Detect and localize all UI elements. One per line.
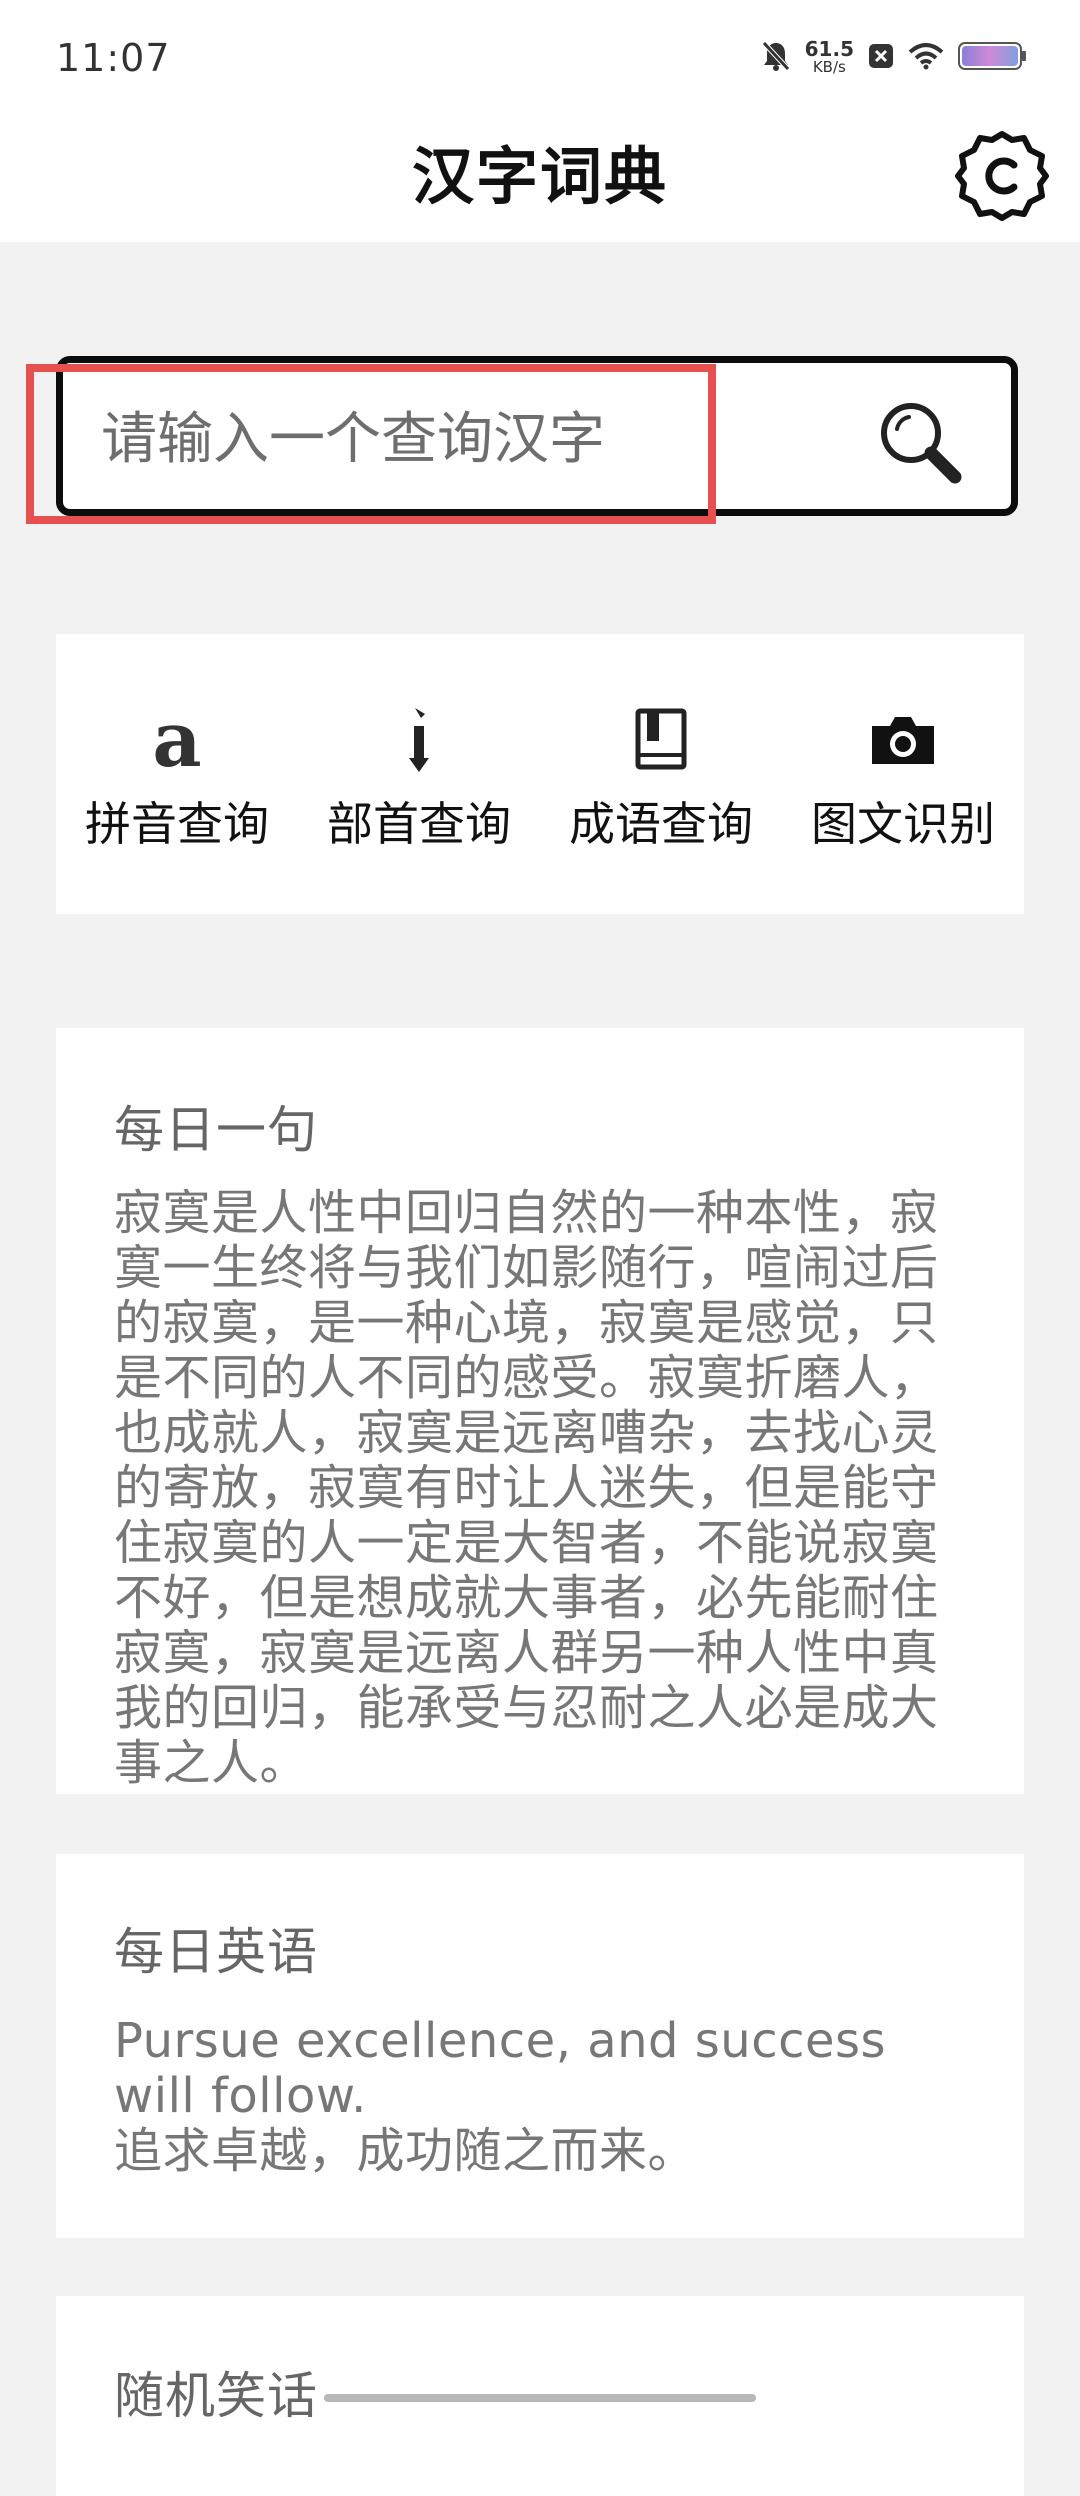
daily-english-body: Pursue excellence, and success will foll…	[114, 2014, 974, 2179]
status-bar: 11:07 61.5 KB/s	[0, 0, 1080, 120]
radical-query-label: 部首查询	[327, 797, 511, 851]
daily-quote-card: 每日一句 寂寞是人性中回归自然的一种本性，寂寞一生终将与我们如影随行，喧闹过后的…	[56, 1028, 1024, 1794]
pinyin-query-label: 拼音查询	[85, 797, 269, 851]
search-icon	[881, 403, 962, 484]
network-speed-unit: KB/s	[812, 58, 846, 76]
random-joke-title: 随机笑话	[114, 2367, 318, 2425]
status-icons: 61.5 KB/s	[761, 37, 1028, 76]
gear-icon	[955, 131, 1049, 221]
daily-english-title: 每日英语	[114, 1923, 318, 1981]
query-tools-card: a 拼音查询 部首查询 成语查询 图文识别	[56, 634, 1024, 914]
pinyin-query-button[interactable]: a 拼音查询	[56, 695, 298, 854]
camera-icon	[782, 704, 1024, 776]
wifi-icon	[908, 42, 944, 74]
book-icon	[540, 704, 782, 776]
home-indicator	[324, 2394, 756, 2402]
daily-english-translation: 追求卓越，成功随之而来。	[114, 2123, 697, 2179]
daily-english-card: 每日英语 Pursue excellence, and success will…	[56, 1854, 1024, 2238]
image-recognition-label: 图文识别	[811, 797, 995, 851]
app-header: 汉字词典	[0, 120, 1080, 242]
daily-quote-title: 每日一句	[114, 1101, 318, 1159]
idiom-query-button[interactable]: 成语查询	[540, 704, 782, 854]
search-button[interactable]	[871, 393, 967, 489]
radical-query-button[interactable]: 部首查询	[298, 704, 540, 854]
idiom-query-label: 成语查询	[569, 797, 753, 851]
daily-english-sentence: Pursue excellence, and success will foll…	[114, 2013, 887, 2124]
battery-icon	[958, 41, 1028, 75]
search-input-highlight	[26, 364, 716, 524]
daily-quote-text: 寂寞是人性中回归自然的一种本性，寂寞一生终将与我们如影随行，喧闹过后的寂寞，是一…	[114, 1185, 939, 1791]
settings-button[interactable]	[954, 128, 1050, 224]
radical-stroke-icon	[298, 704, 540, 776]
mute-bell-icon	[761, 40, 791, 76]
notification-x-icon	[868, 43, 894, 73]
letter-a-icon: a	[152, 695, 202, 784]
page-title: 汉字词典	[411, 140, 668, 213]
image-recognition-button[interactable]: 图文识别	[782, 704, 1024, 854]
status-time: 11:07	[56, 36, 171, 80]
network-speed: 61.5 KB/s	[804, 37, 854, 76]
network-speed-value: 61.5	[804, 37, 854, 61]
